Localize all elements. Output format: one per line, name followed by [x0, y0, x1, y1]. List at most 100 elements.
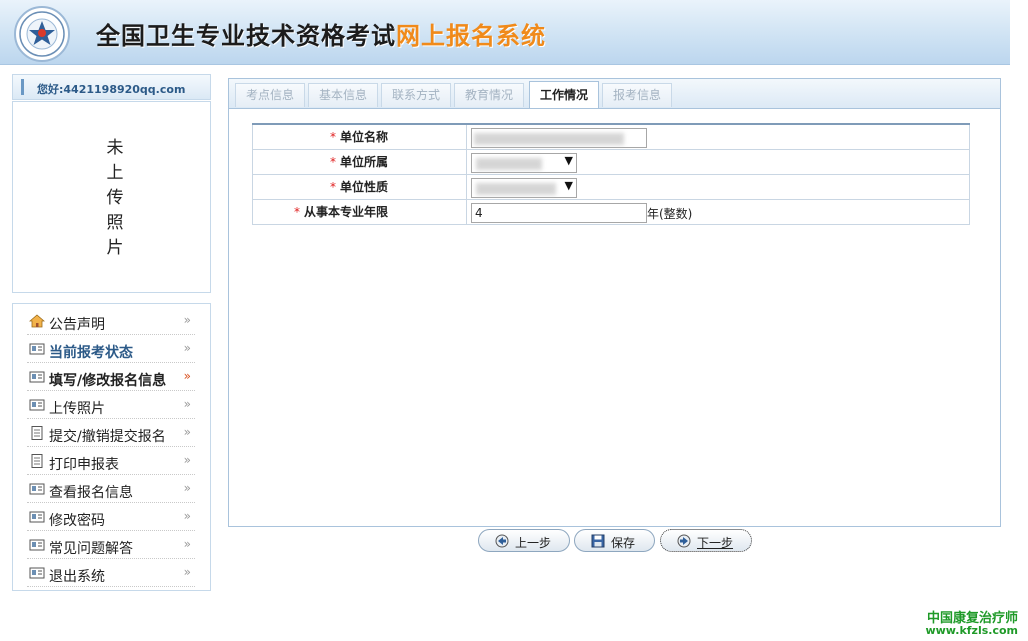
watermark-url: www.kfzls.com	[925, 624, 1018, 637]
blurred-value	[474, 133, 624, 145]
chevron-right-icon: »	[183, 425, 191, 439]
card-icon	[29, 399, 45, 411]
label-text: 单位名称	[339, 130, 388, 145]
header-banner: 全国卫生专业技术资格考试网上报名系统	[0, 0, 1010, 65]
tab-exam-info[interactable]: 报考信息	[602, 83, 672, 107]
tab-education[interactable]: 教育情况	[454, 83, 524, 107]
user-greeting-bar: 您好:4421198920qq.com	[12, 74, 211, 100]
divider-bar	[21, 79, 24, 95]
tab-work[interactable]: 工作情况	[529, 81, 599, 108]
prev-label: 上一步	[515, 536, 552, 550]
sidebar-item-label: 打印申报表	[49, 457, 119, 473]
photo-placeholder: 未上传照片	[106, 138, 124, 258]
sidebar-item-edit-info[interactable]: 填写/修改报名信息 »	[27, 363, 195, 391]
chevron-right-icon: »	[183, 313, 191, 327]
tab-contact[interactable]: 联系方式	[381, 83, 451, 107]
tab-basic-info[interactable]: 基本信息	[308, 83, 378, 107]
document-icon	[31, 454, 43, 468]
exam-logo-icon	[14, 6, 70, 62]
work-info-form: * 单位名称 * 单位所属 ▼ * 单位性质 ▼ * 从事本专业年限 4 年(整…	[252, 123, 970, 225]
sidebar-item-print[interactable]: 打印申报表 »	[27, 447, 195, 475]
chevron-right-icon: »	[183, 537, 191, 551]
sidebar-menu: 公告声明 » 当前报考状态 » 填写/修改报名信息 » 上传照片 » 提交/撤销…	[12, 303, 211, 591]
label-text: 单位所属	[339, 155, 388, 169]
sidebar-item-logout[interactable]: 退出系统 »	[27, 559, 195, 587]
field-label: * 单位性质	[252, 173, 467, 200]
arrow-left-icon	[495, 534, 509, 548]
tab-exam-site[interactable]: 考点信息	[235, 83, 305, 107]
sidebar-item-label: 公告声明	[49, 317, 105, 333]
required-mark: *	[293, 205, 300, 219]
label-text: 从事本专业年限	[303, 205, 388, 219]
form-row: * 单位性质 ▼	[252, 173, 970, 200]
field-label: * 单位名称	[252, 123, 467, 150]
chevron-right-icon: »	[183, 369, 191, 383]
sidebar-item-upload-photo[interactable]: 上传照片 »	[27, 391, 195, 419]
form-row: * 从事本专业年限 4 年(整数)	[252, 198, 970, 225]
form-row: * 单位所属 ▼	[252, 148, 970, 175]
chevron-right-icon: »	[183, 453, 191, 467]
years-unit: 年(整数)	[647, 206, 693, 221]
user-greeting: 您好:4421198920qq.com	[37, 83, 186, 96]
blurred-value	[476, 182, 556, 195]
chevron-right-icon: »	[183, 565, 191, 579]
home-icon	[29, 314, 45, 328]
field-cell	[466, 123, 970, 150]
sidebar-item-label: 当前报考状态	[49, 345, 133, 361]
sidebar-item-view-info[interactable]: 查看报名信息 »	[27, 475, 195, 503]
required-mark: *	[329, 180, 336, 194]
next-button[interactable]: 下一步	[660, 529, 752, 552]
sidebar-item-label: 查看报名信息	[49, 485, 133, 501]
sidebar-item-submit[interactable]: 提交/撤销提交报名 »	[27, 419, 195, 447]
sidebar-item-label: 修改密码	[49, 513, 105, 529]
card-icon	[29, 511, 45, 523]
chevron-right-icon: »	[183, 509, 191, 523]
form-row: * 单位名称	[252, 123, 970, 150]
sidebar-item-label: 填写/修改报名信息	[49, 373, 167, 389]
next-label: 下一步	[697, 536, 734, 550]
card-icon	[29, 343, 45, 355]
years-input[interactable]: 4	[471, 202, 647, 223]
card-icon	[29, 483, 45, 495]
field-cell: 4 年(整数)	[466, 198, 970, 225]
title-main: 全国卫生专业技术资格考试	[96, 22, 396, 50]
arrow-right-icon	[677, 534, 691, 548]
field-cell: ▼	[466, 173, 970, 200]
chevron-right-icon: »	[183, 481, 191, 495]
dropdown-arrow-icon: ▼	[564, 178, 573, 192]
chevron-right-icon: »	[183, 397, 191, 411]
sidebar-item-label: 退出系统	[49, 569, 105, 585]
document-icon	[31, 426, 43, 440]
label-text: 单位性质	[339, 180, 388, 194]
sidebar-item-label: 上传照片	[49, 401, 105, 417]
sidebar-item-notice[interactable]: 公告声明 »	[27, 307, 195, 335]
field-label: * 单位所属	[252, 148, 467, 175]
unit-nature-select[interactable]: ▼	[471, 177, 577, 198]
prev-button[interactable]: 上一步	[478, 529, 570, 552]
blurred-value	[476, 157, 542, 170]
field-cell: ▼	[466, 148, 970, 175]
sidebar-item-change-password[interactable]: 修改密码 »	[27, 503, 195, 531]
required-mark: *	[329, 130, 336, 145]
sidebar-item-label: 常见问题解答	[49, 541, 133, 557]
main-panel: 考点信息 基本信息 联系方式 教育情况 工作情况 报考信息 * 单位名称 * 单位所…	[228, 78, 1001, 527]
dropdown-arrow-icon: ▼	[564, 153, 573, 167]
sidebar-item-faq[interactable]: 常见问题解答 »	[27, 531, 195, 559]
card-icon	[29, 567, 45, 579]
save-label: 保存	[611, 536, 636, 550]
field-label: * 从事本专业年限	[252, 198, 467, 225]
card-icon	[29, 371, 45, 383]
card-icon	[29, 539, 45, 551]
required-mark: *	[329, 155, 336, 169]
unit-name-input[interactable]	[471, 128, 647, 148]
save-icon	[591, 534, 605, 548]
save-button[interactable]: 保存	[574, 529, 655, 552]
photo-box: 未上传照片	[12, 101, 211, 293]
chevron-right-icon: »	[183, 341, 191, 355]
sidebar-item-label: 提交/撤销提交报名	[49, 429, 166, 445]
title-highlight: 网上报名系统	[396, 22, 546, 50]
sidebar-item-status[interactable]: 当前报考状态 »	[27, 335, 195, 363]
page-title: 全国卫生专业技术资格考试网上报名系统	[96, 16, 546, 51]
tab-bar: 考点信息 基本信息 联系方式 教育情况 工作情况 报考信息	[229, 79, 1000, 109]
unit-affiliation-select[interactable]: ▼	[471, 152, 577, 173]
